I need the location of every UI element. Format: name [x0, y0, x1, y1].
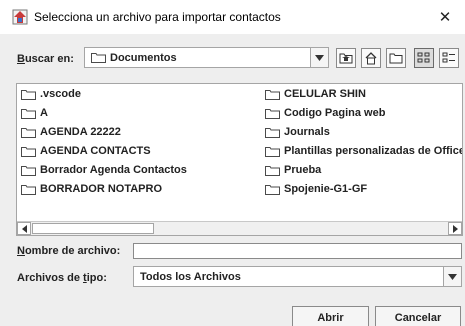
list-view-button[interactable] — [414, 48, 434, 68]
file-name-label: Nombre de archivo: — [17, 245, 121, 257]
list-item[interactable]: BORRADOR NOTAPRO — [21, 180, 162, 198]
list-view-icon — [417, 52, 430, 63]
list-item[interactable]: Plantillas personalizadas de Office — [265, 142, 462, 160]
folder-icon — [21, 146, 36, 157]
file-type-label: Archivos de tipo: — [17, 272, 107, 284]
close-button[interactable]: ✕ — [425, 0, 465, 34]
up-one-level-icon — [339, 53, 353, 64]
look-in-combo[interactable]: Documentos — [84, 47, 329, 68]
folder-icon — [21, 184, 36, 195]
up-one-level-button[interactable] — [336, 48, 356, 68]
folder-icon — [265, 184, 280, 195]
open-button[interactable]: Abrir — [292, 306, 369, 326]
list-item[interactable]: CELULAR SHIN — [265, 85, 366, 103]
horizontal-scrollbar[interactable] — [17, 221, 462, 235]
window-title: Selecciona un archivo para importar cont… — [34, 10, 281, 24]
list-item[interactable]: A — [21, 104, 48, 122]
details-view-icon — [442, 52, 455, 63]
chevron-down-icon[interactable] — [310, 48, 328, 67]
scroll-right-button[interactable] — [448, 222, 462, 235]
scrollbar-thumb[interactable] — [32, 223, 154, 234]
look-in-label: Buscar en: — [17, 53, 74, 65]
chevron-left-icon — [21, 224, 27, 233]
list-item[interactable]: Codigo Pagina web — [265, 104, 385, 122]
scroll-left-button[interactable] — [17, 222, 31, 235]
title-bar: Selecciona un archivo para importar cont… — [0, 0, 465, 34]
folder-icon — [265, 127, 280, 138]
folder-icon — [91, 53, 106, 63]
folder-icon — [265, 165, 280, 176]
new-folder-button[interactable] — [386, 48, 406, 68]
folder-icon — [265, 146, 280, 157]
home-icon — [365, 52, 377, 65]
folder-icon — [21, 127, 36, 138]
list-item[interactable]: AGENDA CONTACTS — [21, 142, 151, 160]
list-item[interactable]: .vscode — [21, 85, 81, 103]
folder-icon — [21, 108, 36, 119]
close-icon: ✕ — [438, 9, 452, 26]
chevron-right-icon — [452, 224, 458, 233]
folder-icon — [21, 165, 36, 176]
list-item[interactable]: AGENDA 22222 — [21, 123, 121, 141]
cancel-button[interactable]: Cancelar — [375, 306, 461, 326]
list-item[interactable]: Journals — [265, 123, 330, 141]
folder-icon — [21, 89, 36, 100]
folder-icon — [265, 89, 280, 100]
list-item[interactable]: Borrador Agenda Contactos — [21, 161, 187, 179]
file-chooser-dialog: Selecciona un archivo para importar cont… — [0, 0, 465, 326]
file-list[interactable]: .vscode A AGENDA 22222 AGENDA CONTACTS B… — [16, 83, 463, 236]
chevron-down-icon[interactable] — [443, 267, 461, 286]
app-icon — [12, 9, 28, 25]
list-item[interactable]: Spojenie-G1-GF — [265, 180, 367, 198]
list-item[interactable]: Prueba — [265, 161, 321, 179]
folder-icon — [265, 108, 280, 119]
file-name-input[interactable] — [133, 243, 462, 259]
look-in-value: Documentos — [110, 51, 177, 64]
details-view-button[interactable] — [439, 48, 459, 68]
new-folder-icon — [389, 53, 403, 64]
file-type-value: Todos los Archivos — [140, 270, 241, 283]
home-button[interactable] — [361, 48, 381, 68]
file-type-combo[interactable]: Todos los Archivos — [133, 266, 462, 287]
